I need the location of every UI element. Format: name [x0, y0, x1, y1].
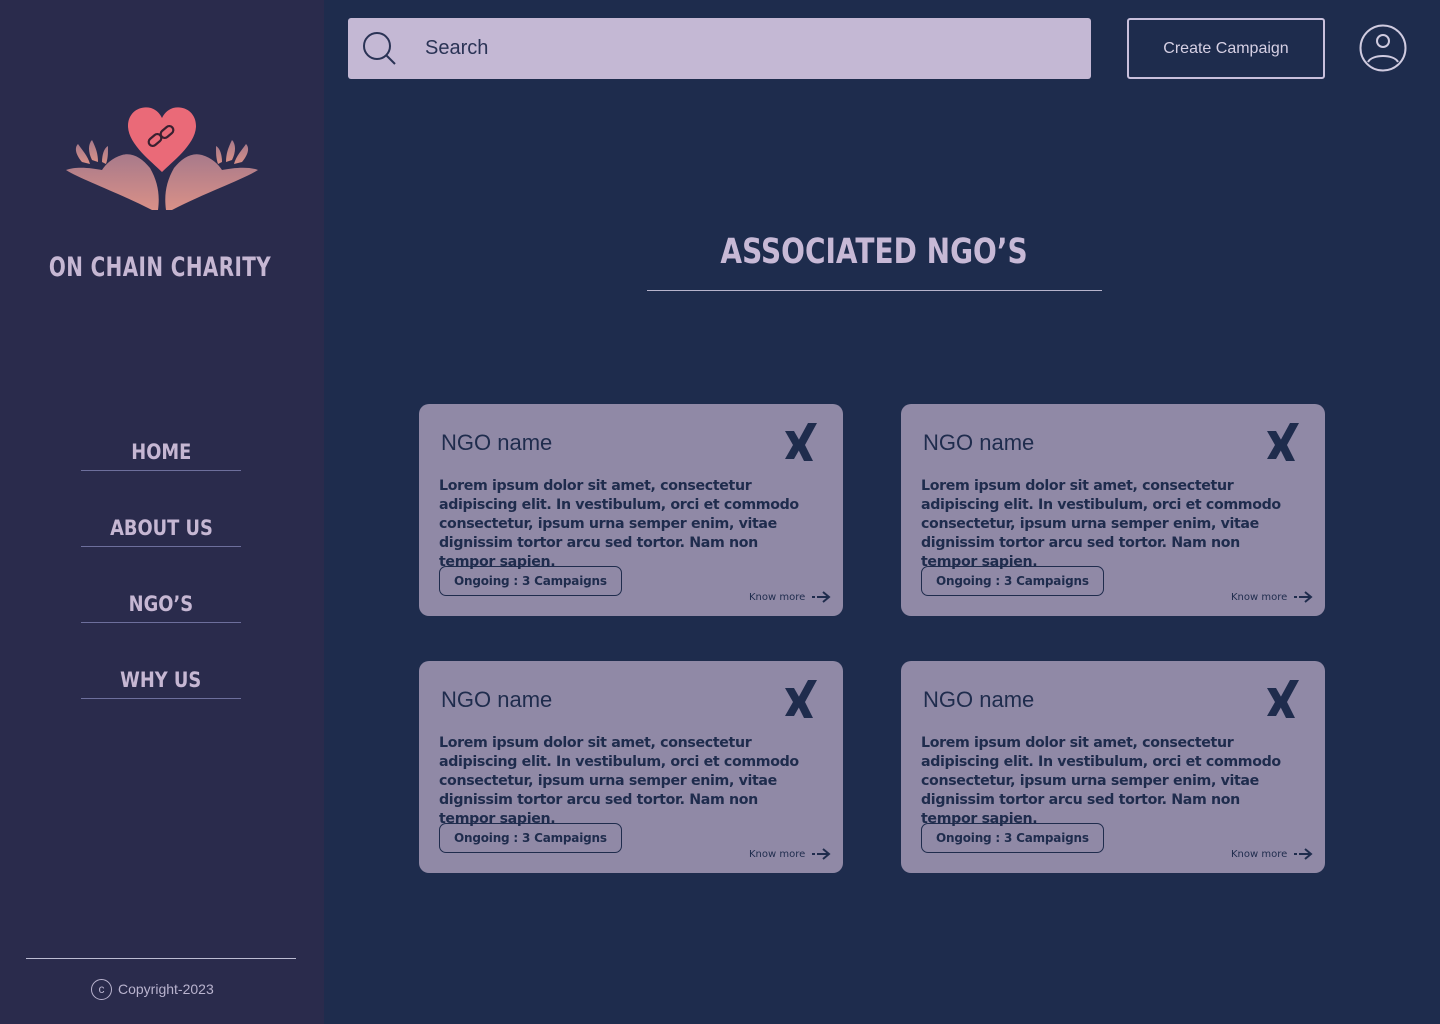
- xing-logo-icon: [785, 423, 817, 461]
- know-more-link[interactable]: Know more: [1231, 589, 1313, 605]
- know-more-link[interactable]: Know more: [749, 846, 831, 862]
- know-more-label: Know more: [1231, 848, 1288, 860]
- nav-home-label: HOME: [130, 440, 192, 464]
- nav-ngos[interactable]: NGO’S: [81, 589, 241, 623]
- ngo-card: NGO name Lorem ipsum dolor sit amet, con…: [419, 661, 843, 873]
- ongoing-campaigns-badge: Ongoing : 3 Campaigns: [439, 823, 622, 853]
- nav-why-us[interactable]: WHY US: [81, 665, 241, 699]
- create-campaign-button[interactable]: Create Campaign: [1127, 18, 1325, 79]
- ngo-description: Lorem ipsum dolor sit amet, consectetur …: [439, 478, 799, 570]
- ongoing-campaigns-badge: Ongoing : 3 Campaigns: [921, 566, 1104, 596]
- ngo-name: NGO name: [923, 430, 1035, 455]
- profile-icon[interactable]: [1359, 24, 1407, 72]
- search-input[interactable]: [425, 18, 1065, 79]
- arrow-right-icon: [1294, 591, 1313, 603]
- xing-logo-icon: [1267, 423, 1299, 461]
- ngo-description: Lorem ipsum dolor sit amet, consectetur …: [921, 735, 1281, 827]
- nav-about-us-label: ABOUT US: [109, 516, 213, 540]
- nav-about-us[interactable]: ABOUT US: [81, 513, 241, 547]
- ngo-card: NGO name Lorem ipsum dolor sit amet, con…: [901, 404, 1325, 616]
- section-title: ASSOCIATED NGO’S: [647, 232, 1102, 272]
- know-more-label: Know more: [749, 848, 806, 860]
- ngo-name: NGO name: [923, 687, 1035, 712]
- ongoing-campaigns-badge: Ongoing : 3 Campaigns: [921, 823, 1104, 853]
- copyright-text: Copyright-2023: [118, 981, 214, 997]
- copyright-icon: c: [91, 978, 112, 1000]
- search-bar[interactable]: [348, 18, 1091, 79]
- know-more-label: Know more: [749, 591, 806, 603]
- ngo-name: NGO name: [441, 430, 553, 455]
- ngo-description: Lorem ipsum dolor sit amet, consectetur …: [921, 478, 1281, 570]
- nav-ngos-label: NGO’S: [128, 592, 194, 616]
- know-more-label: Know more: [1231, 591, 1288, 603]
- search-icon: [363, 32, 396, 65]
- arrow-right-icon: [812, 591, 831, 603]
- sidebar: ON CHAIN CHARITY HOME ABOUT US NGO’S WHY…: [0, 0, 324, 1024]
- know-more-link[interactable]: Know more: [749, 589, 831, 605]
- ngo-description: Lorem ipsum dolor sit amet, consectetur …: [439, 735, 799, 827]
- ngo-card: NGO name Lorem ipsum dolor sit amet, con…: [901, 661, 1325, 873]
- sidebar-divider: [26, 958, 296, 959]
- charity-logo-icon: [66, 107, 258, 210]
- nav-home[interactable]: HOME: [81, 437, 241, 471]
- arrow-right-icon: [812, 848, 831, 860]
- ongoing-campaigns-badge: Ongoing : 3 Campaigns: [439, 566, 622, 596]
- ngo-card: NGO name Lorem ipsum dolor sit amet, con…: [419, 404, 843, 616]
- brand-name: ON CHAIN CHARITY: [48, 252, 272, 283]
- know-more-link[interactable]: Know more: [1231, 846, 1313, 862]
- section-title-underline: [647, 290, 1102, 291]
- copyright: c Copyright-2023: [91, 978, 214, 1000]
- arrow-right-icon: [1294, 848, 1313, 860]
- nav-why-us-label: WHY US: [120, 668, 202, 692]
- section-title-text: ASSOCIATED NGO’S: [720, 232, 1029, 272]
- xing-logo-icon: [1267, 680, 1299, 718]
- ngo-name: NGO name: [441, 687, 553, 712]
- xing-logo-icon: [785, 680, 817, 718]
